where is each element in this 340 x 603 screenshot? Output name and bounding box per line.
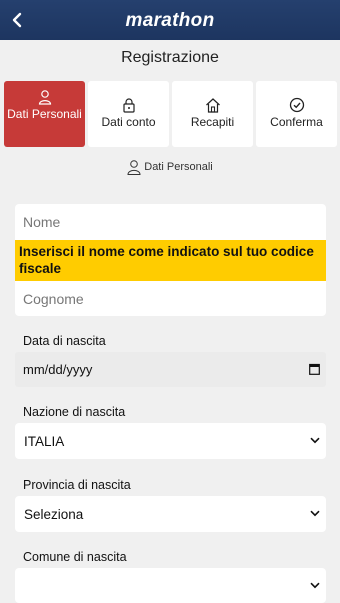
step-recapiti[interactable]: Recapiti <box>172 81 253 147</box>
birth-country-select[interactable]: ITALIA <box>15 423 326 459</box>
cognome-input[interactable] <box>15 281 326 316</box>
chevron-down-icon <box>310 582 320 589</box>
birth-city-select[interactable] <box>15 568 326 603</box>
section-heading: Dati Personali <box>0 159 340 175</box>
birthdate-label: Data di nascita <box>23 334 106 348</box>
calendar-icon[interactable] <box>309 363 320 375</box>
birth-province-value: Seleziona <box>24 506 84 522</box>
home-icon <box>205 98 220 113</box>
brand-logo: marathon <box>125 10 215 31</box>
birth-province-label: Provincia di nascita <box>23 478 131 492</box>
section-title: Dati Personali <box>144 161 213 173</box>
user-icon <box>38 90 51 105</box>
top-bar: marathon <box>0 0 340 40</box>
user-icon <box>127 160 141 175</box>
step-label: Dati conto <box>101 115 156 129</box>
check-circle-icon <box>289 97 304 113</box>
birth-province-select[interactable]: Seleziona <box>15 496 326 532</box>
birthdate-value: mm/dd/yyyy <box>23 362 93 377</box>
step-label: Recapiti <box>190 115 235 129</box>
birth-city-label: Comune di nascita <box>23 550 127 564</box>
page-title: Registrazione <box>121 49 219 66</box>
nome-hint: Inserisci il nome come indicato sul tuo … <box>15 240 326 281</box>
step-dati-personali[interactable]: Dati Personali <box>4 81 85 147</box>
birth-country-label: Nazione di nascita <box>23 405 126 419</box>
lock-icon <box>122 98 135 113</box>
nome-input[interactable] <box>15 204 326 240</box>
chevron-down-icon <box>310 510 320 517</box>
step-label: Dati Personali <box>7 107 82 121</box>
chevron-down-icon <box>310 437 320 444</box>
birth-country-value: ITALIA <box>24 433 65 449</box>
birthdate-input[interactable]: mm/dd/yyyy <box>15 352 326 387</box>
step-conferma[interactable]: Conferma <box>256 81 337 147</box>
name-card: Inserisci il nome come indicato sul tuo … <box>15 204 326 316</box>
step-label: Conferma <box>270 115 323 129</box>
step-dati-conto[interactable]: Dati conto <box>88 81 169 147</box>
